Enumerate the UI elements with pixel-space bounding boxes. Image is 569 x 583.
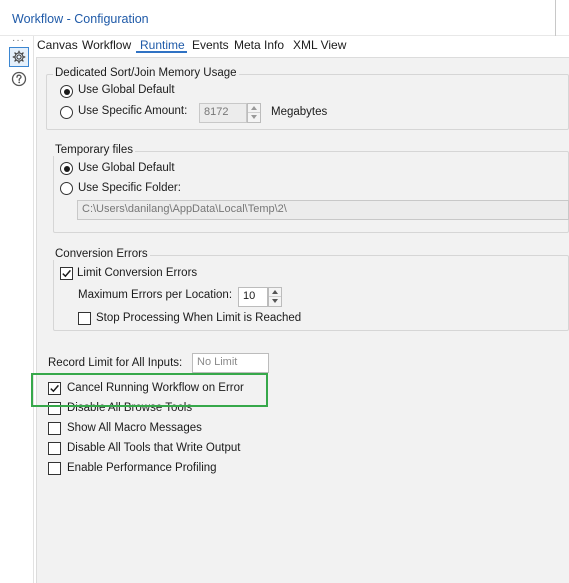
tab-runtime[interactable]: Runtime xyxy=(140,38,185,52)
stepper-down[interactable] xyxy=(269,297,281,306)
active-tab-indicator xyxy=(136,51,187,53)
title-divider xyxy=(555,0,556,36)
chevron-down-icon xyxy=(272,299,278,303)
limit-conversion-errors-label: Limit Conversion Errors xyxy=(77,267,198,279)
enable-profiling-checkbox[interactable] xyxy=(48,462,61,475)
sidebar xyxy=(0,36,34,583)
temp-global-label: Use Global Default xyxy=(78,162,175,174)
max-errors-stepper[interactable] xyxy=(268,287,282,307)
disable-write-output-checkbox[interactable] xyxy=(48,442,61,455)
temp-global-radio[interactable] xyxy=(60,162,73,175)
chevron-up-icon xyxy=(251,106,257,110)
stepper-up[interactable] xyxy=(248,104,260,113)
grip-dots-icon[interactable]: ··· xyxy=(12,36,25,46)
memory-amount-input[interactable]: 8172 xyxy=(199,103,247,123)
show-macro-messages-label: Show All Macro Messages xyxy=(67,422,202,434)
enable-profiling-label: Enable Performance Profiling xyxy=(67,462,217,474)
tab-workflow[interactable]: Workflow xyxy=(82,38,131,52)
max-errors-label: Maximum Errors per Location: xyxy=(78,289,233,301)
memory-unit-label: Megabytes xyxy=(271,106,328,118)
chevron-down-icon xyxy=(251,115,257,119)
highlight-annotation xyxy=(31,373,268,407)
memory-global-label: Use Global Default xyxy=(78,84,175,96)
window-title: Workflow - Configuration xyxy=(12,12,149,26)
tab-meta-info[interactable]: Meta Info xyxy=(234,38,284,52)
memory-amount-stepper[interactable] xyxy=(247,103,261,123)
temp-files-group-title: Temporary files xyxy=(53,144,135,156)
disable-write-output-label: Disable All Tools that Write Output xyxy=(67,442,241,454)
stepper-up[interactable] xyxy=(269,288,281,297)
checkmark-icon xyxy=(62,269,71,278)
show-macro-messages-checkbox[interactable] xyxy=(48,422,61,435)
memory-group xyxy=(46,74,569,130)
record-limit-label: Record Limit for All Inputs: xyxy=(48,357,183,369)
temp-specific-label: Use Specific Folder: xyxy=(78,182,181,194)
record-limit-input[interactable]: No Limit xyxy=(192,353,269,373)
gear-icon[interactable] xyxy=(9,47,29,67)
memory-specific-radio[interactable] xyxy=(60,106,73,119)
tab-canvas[interactable]: Canvas xyxy=(37,38,78,52)
memory-global-radio[interactable] xyxy=(60,85,73,98)
limit-conversion-errors-checkbox[interactable] xyxy=(60,267,73,280)
memory-specific-label: Use Specific Amount: xyxy=(78,105,188,117)
tab-xml-view[interactable]: XML View xyxy=(293,38,346,52)
max-errors-input[interactable]: 10 xyxy=(238,287,268,307)
temp-folder-input[interactable]: C:\Users\danilang\AppData\Local\Temp\2\ xyxy=(77,200,569,220)
memory-group-title: Dedicated Sort/Join Memory Usage xyxy=(53,67,239,79)
temp-specific-radio[interactable] xyxy=(60,182,73,195)
conversion-errors-group-title: Conversion Errors xyxy=(53,248,150,260)
stop-processing-label: Stop Processing When Limit is Reached xyxy=(96,312,302,324)
stepper-down[interactable] xyxy=(248,113,260,122)
help-icon[interactable] xyxy=(11,71,27,87)
tab-events[interactable]: Events xyxy=(192,38,229,52)
stop-processing-checkbox[interactable] xyxy=(78,312,91,325)
chevron-up-icon xyxy=(272,290,278,294)
